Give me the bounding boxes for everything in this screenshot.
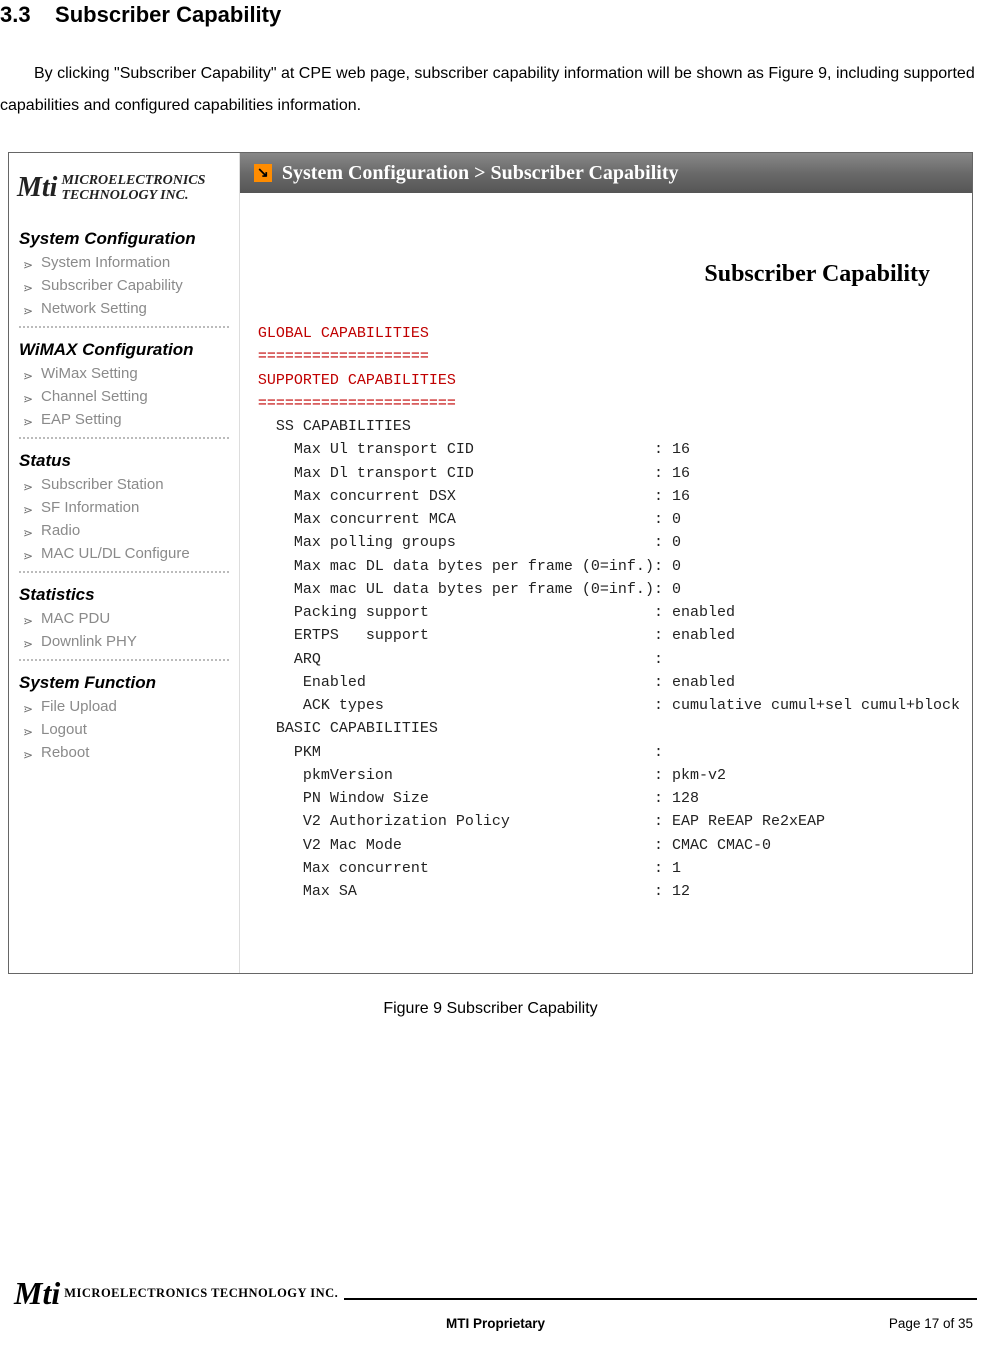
bullet-icon: ⋗ (23, 549, 33, 559)
nav-item[interactable]: ⋗ Reboot (9, 741, 239, 764)
footer-page: Page 17 of 35 (717, 1316, 977, 1331)
nav-item[interactable]: ⋗ File Upload (9, 695, 239, 718)
nav-item-label: System Information (41, 254, 170, 271)
content-title: Subscriber Capability (258, 261, 930, 288)
logo-mark: Mti (17, 173, 57, 204)
nav-group-title: System Function (9, 667, 239, 695)
bullet-icon: ⋗ (23, 637, 33, 647)
bullet-icon: ⋗ (23, 304, 33, 314)
footer-rule (344, 1298, 977, 1300)
title-bar-text: System Configuration > Subscriber Capabi… (282, 162, 679, 185)
nav-item-label: SF Information (41, 499, 139, 516)
nav-item-label: WiMax Setting (41, 365, 138, 382)
nav-divider (19, 437, 229, 439)
nav-item-label: Logout (41, 721, 87, 738)
nav-item-label: EAP Setting (41, 411, 122, 428)
nav-item[interactable]: ⋗ Downlink PHY (9, 630, 239, 653)
nav-group-title: System Configuration (9, 223, 239, 251)
bullet-icon: ⋗ (23, 258, 33, 268)
footer-logo-mark: Mti (14, 1275, 60, 1312)
nav-divider (19, 571, 229, 573)
footer-logo: Mti MICROELECTRONICS TECHNOLOGY INC. (14, 1275, 338, 1312)
section-title: Subscriber Capability (55, 2, 281, 27)
nav-item[interactable]: ⋗ System Information (9, 251, 239, 274)
bullet-icon: ⋗ (23, 415, 33, 425)
nav-item[interactable]: ⋗ SF Information (9, 496, 239, 519)
bullet-icon: ⋗ (23, 392, 33, 402)
figure-screenshot: Mti MICROELECTRONICS TECHNOLOGY INC. Sys… (8, 152, 973, 974)
nav-item-label: Subscriber Capability (41, 277, 183, 294)
nav-item[interactable]: ⋗ Channel Setting (9, 385, 239, 408)
nav-item[interactable]: ⋗ MAC PDU (9, 607, 239, 630)
footer-logo-text: MICROELECTRONICS TECHNOLOGY INC. (64, 1286, 338, 1301)
main-panel: ↘ System Configuration > Subscriber Capa… (240, 153, 972, 973)
body-paragraph: By clicking "Subscriber Capability" at C… (0, 58, 981, 122)
section-number: 3.3 (0, 2, 31, 27)
page-footer: Mti MICROELECTRONICS TECHNOLOGY INC. MTI… (0, 1275, 991, 1331)
nav-item-label: MAC UL/DL Configure (41, 545, 190, 562)
logo-line1: MICROELECTRONICS (61, 173, 205, 188)
bullet-icon: ⋗ (23, 748, 33, 758)
nav-item-label: Network Setting (41, 300, 147, 317)
nav-item[interactable]: ⋗ Network Setting (9, 297, 239, 320)
sidebar: Mti MICROELECTRONICS TECHNOLOGY INC. Sys… (9, 153, 240, 973)
section-heading: 3.3 Subscriber Capability (0, 2, 981, 28)
nav-group-title: Status (9, 445, 239, 473)
bullet-icon: ⋗ (23, 702, 33, 712)
nav-item[interactable]: ⋗ Subscriber Capability (9, 274, 239, 297)
nav-item-label: Reboot (41, 744, 89, 761)
nav-item-label: Radio (41, 522, 80, 539)
nav-item[interactable]: ⋗ Radio (9, 519, 239, 542)
figure-caption: Figure 9 Subscriber Capability (0, 1000, 981, 1018)
nav-item-label: File Upload (41, 698, 117, 715)
nav-group-title: Statistics (9, 579, 239, 607)
bullet-icon: ⋗ (23, 503, 33, 513)
nav-divider (19, 326, 229, 328)
nav-item[interactable]: ⋗ EAP Setting (9, 408, 239, 431)
nav-group-title: WiMAX Configuration (9, 334, 239, 362)
bullet-icon: ⋗ (23, 725, 33, 735)
nav-divider (19, 659, 229, 661)
nav-item[interactable]: ⋗ Subscriber Station (9, 473, 239, 496)
bullet-icon: ⋗ (23, 480, 33, 490)
nav-item[interactable]: ⋗ MAC UL/DL Configure (9, 542, 239, 565)
nav-item[interactable]: ⋗ WiMax Setting (9, 362, 239, 385)
bullet-icon: ⋗ (23, 369, 33, 379)
sidebar-logo: Mti MICROELECTRONICS TECHNOLOGY INC. (9, 153, 239, 223)
nav-item-label: Subscriber Station (41, 476, 164, 493)
nav-item[interactable]: ⋗ Logout (9, 718, 239, 741)
footer-center: MTI Proprietary (274, 1316, 717, 1331)
logo-line2: TECHNOLOGY INC. (61, 188, 188, 203)
bullet-icon: ⋗ (23, 526, 33, 536)
bullet-icon: ⋗ (23, 614, 33, 624)
nav-item-label: Channel Setting (41, 388, 148, 405)
nav-item-label: MAC PDU (41, 610, 110, 627)
title-bar: ↘ System Configuration > Subscriber Capa… (240, 153, 972, 193)
bullet-icon: ⋗ (23, 281, 33, 291)
arrow-icon: ↘ (254, 164, 272, 182)
nav-item-label: Downlink PHY (41, 633, 137, 650)
capability-text: GLOBAL CAPABILITIES =================== … (258, 322, 960, 903)
